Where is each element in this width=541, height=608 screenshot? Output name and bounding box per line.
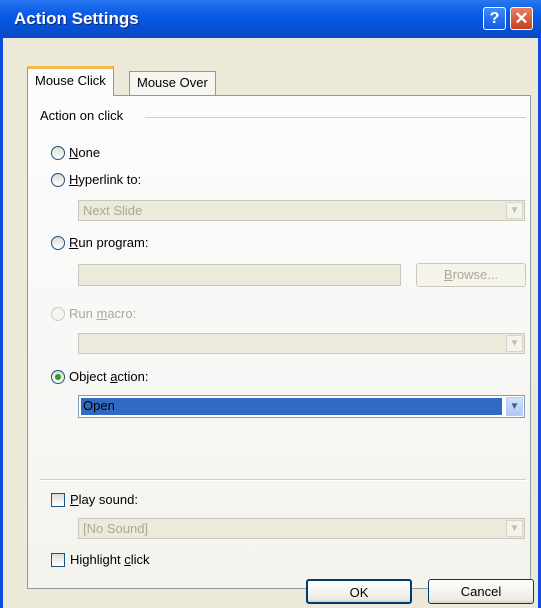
run-macro-radio[interactable]: [51, 307, 65, 321]
tab-panel: Action on click None Hyperlink to: Next …: [27, 95, 531, 589]
dialog-body: Mouse Click Mouse Over Action on click N…: [3, 38, 538, 608]
tab-mouse-over[interactable]: Mouse Over: [129, 71, 216, 95]
run-macro-label[interactable]: Run macro:: [69, 306, 136, 322]
ok-button[interactable]: OK: [306, 579, 412, 604]
run-program-label[interactable]: Run program:: [69, 235, 148, 251]
browse-button[interactable]: Browse...: [416, 263, 526, 287]
cancel-button[interactable]: Cancel: [428, 579, 534, 604]
chevron-down-icon[interactable]: ▼: [506, 520, 523, 537]
run-program-input[interactable]: [78, 264, 401, 286]
object-action-radio[interactable]: [51, 370, 65, 384]
group-divider: [145, 117, 526, 118]
play-sound-checkbox[interactable]: [51, 493, 65, 507]
play-sound-label[interactable]: Play sound:: [70, 492, 138, 508]
chevron-down-icon[interactable]: ▼: [506, 397, 523, 416]
hyperlink-combo[interactable]: Next Slide ▼: [78, 200, 525, 221]
highlight-click-label[interactable]: Highlight click: [70, 552, 149, 568]
chevron-down-icon[interactable]: ▼: [506, 335, 523, 352]
hyperlink-radio[interactable]: [51, 173, 65, 187]
object-action-combo-value: Open: [81, 398, 502, 415]
help-button[interactable]: ?: [483, 7, 506, 30]
close-icon: ✕: [514, 9, 529, 28]
none-radio[interactable]: [51, 146, 65, 160]
chevron-down-icon[interactable]: ▼: [506, 202, 523, 219]
hyperlink-label[interactable]: Hyperlink to:: [69, 172, 141, 188]
dialog-title: Action Settings: [14, 9, 139, 28]
action-settings-dialog: Action Settings ? ✕ Mouse Click Mouse Ov…: [0, 0, 541, 608]
sound-combo-value: [No Sound]: [83, 521, 149, 536]
hyperlink-combo-value: Next Slide: [83, 203, 143, 218]
question-icon: ?: [489, 10, 500, 27]
action-group-label: Action on click: [40, 108, 124, 123]
sound-combo[interactable]: [No Sound] ▼: [78, 518, 525, 539]
highlight-click-checkbox[interactable]: [51, 553, 65, 567]
section-separator: [40, 479, 526, 481]
run-program-radio[interactable]: [51, 236, 65, 250]
macro-combo[interactable]: ▼: [78, 333, 525, 354]
none-label[interactable]: None: [69, 145, 100, 161]
object-action-label[interactable]: Object action:: [69, 369, 149, 385]
object-action-combo[interactable]: Open ▼: [78, 395, 525, 418]
close-button[interactable]: ✕: [510, 7, 533, 30]
tab-mouse-click[interactable]: Mouse Click: [27, 66, 114, 96]
title-bar[interactable]: Action Settings ? ✕: [0, 0, 541, 38]
